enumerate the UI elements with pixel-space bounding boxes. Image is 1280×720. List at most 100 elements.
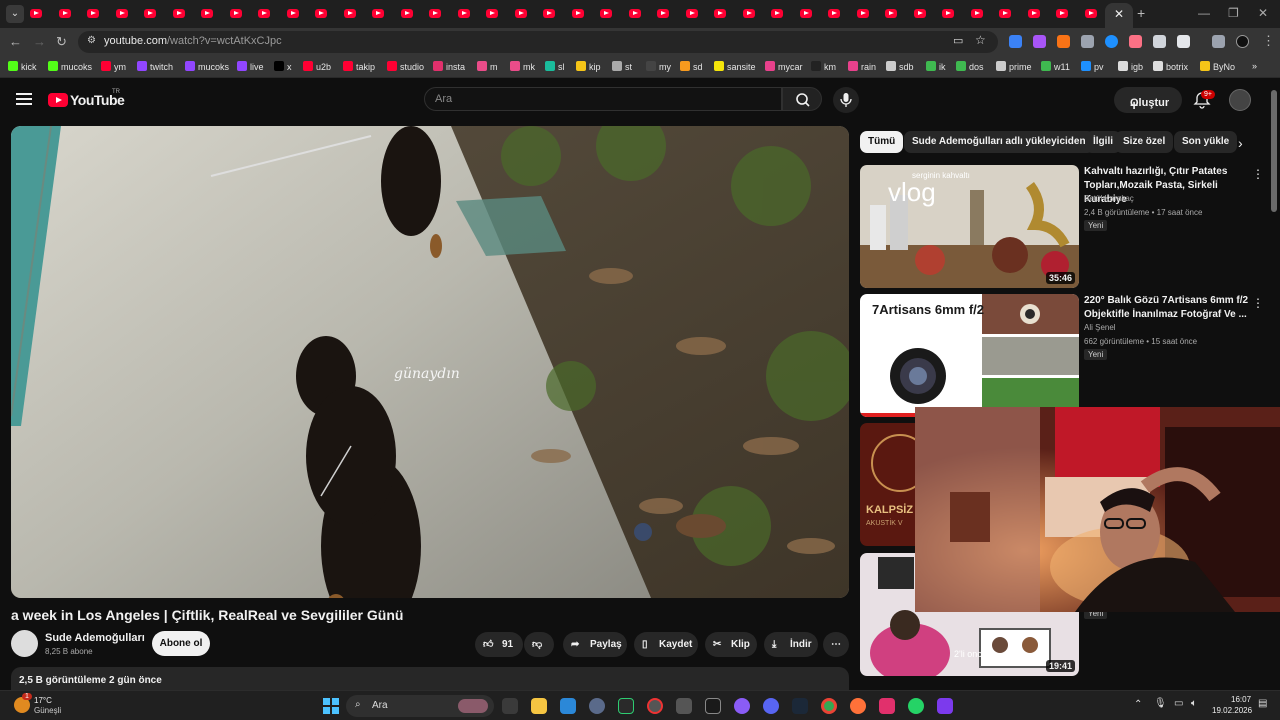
clip-button[interactable]: ✂ Klip <box>705 632 757 657</box>
tab-favicon-icon[interactable] <box>172 9 185 18</box>
notification-center-icon[interactable]: ▤ <box>1258 698 1267 709</box>
like-button[interactable]: 👍︎ 91 <box>475 632 523 657</box>
profile-icon[interactable] <box>1236 35 1249 48</box>
tab-favicon-icon[interactable] <box>628 9 641 18</box>
windows-start-icon[interactable] <box>323 698 339 714</box>
tab-favicon-icon[interactable] <box>486 9 498 18</box>
subscribe-button[interactable]: Abone ol <box>152 631 210 656</box>
tab-favicon-icon[interactable] <box>58 9 71 18</box>
browser-menu-icon[interactable]: ⋮ <box>1262 33 1275 49</box>
chip-recent[interactable]: Son yükle <box>1174 131 1238 153</box>
chip-all[interactable]: Tümü <box>860 131 904 153</box>
extensions-puzzle-icon[interactable] <box>1177 35 1190 48</box>
tab-favicon-icon[interactable] <box>1084 9 1097 18</box>
search-button[interactable] <box>782 87 822 111</box>
store-icon[interactable] <box>560 698 576 714</box>
extension-icon[interactable] <box>1153 35 1166 48</box>
ghub-icon[interactable] <box>705 698 721 714</box>
bookmark-item[interactable]: sdb <box>886 61 914 72</box>
whatsapp-icon[interactable] <box>908 698 924 714</box>
save-button[interactable]: ▯ Kaydet <box>634 632 698 657</box>
bookmark-item[interactable]: sansite <box>714 61 756 72</box>
reading-list-icon[interactable] <box>1212 35 1225 48</box>
tab-favicon-icon[interactable] <box>856 9 869 18</box>
bookmark-item[interactable]: ik <box>926 61 946 72</box>
bookmark-item[interactable]: sd <box>680 61 703 72</box>
tab-favicon-icon[interactable] <box>685 9 698 18</box>
channel-name[interactable]: Sude Ademoğulları <box>45 632 145 644</box>
hamburger-menu-icon[interactable] <box>16 93 32 105</box>
voice-search-button[interactable] <box>833 87 859 113</box>
bookmark-item[interactable]: prime <box>996 61 1032 72</box>
page-scrollbar[interactable] <box>1271 90 1277 212</box>
extension-icon[interactable] <box>1105 35 1118 48</box>
extension-icon[interactable] <box>1129 35 1142 48</box>
tab-favicon-icon[interactable] <box>970 9 983 18</box>
bookmark-item[interactable]: pv <box>1081 61 1104 72</box>
extension-icon[interactable] <box>1009 35 1022 48</box>
bookmark-item[interactable]: st <box>612 61 632 72</box>
share-button[interactable]: ➦ Paylaş <box>563 632 627 657</box>
bookmark-item[interactable]: sl <box>545 61 565 72</box>
cast-icon[interactable]: ▭ <box>953 34 963 47</box>
tab-favicon-icon[interactable] <box>999 9 1011 18</box>
recommendation-item[interactable]: vlog serginin kahvaltı 35:46 Kahvaltı ha… <box>860 165 1270 290</box>
chip-uploader[interactable]: Sude Ademoğulları adlı yükleyiciden <box>904 131 1094 153</box>
create-button[interactable]: + Oluştur <box>1114 87 1182 113</box>
bookmark-item[interactable]: ym <box>101 61 126 72</box>
search-input[interactable]: Ara <box>424 87 782 111</box>
tab-favicon-icon[interactable] <box>429 9 441 18</box>
site-info-icon[interactable]: ⚙ <box>87 35 96 46</box>
bookmark-item[interactable]: studio <box>387 61 424 72</box>
tab-favicon-icon[interactable] <box>30 9 42 18</box>
tab-favicon-icon[interactable] <box>942 9 954 18</box>
bookmark-item[interactable]: u2b <box>303 61 331 72</box>
clock-time[interactable]: 16:07 <box>1231 695 1251 704</box>
bookmarks-overflow-icon[interactable]: » <box>1252 61 1257 71</box>
back-button[interactable]: ← <box>9 34 22 49</box>
more-options-icon[interactable]: ⋮ <box>1252 167 1264 181</box>
bookmark-item[interactable]: botrix <box>1153 61 1188 72</box>
video-thumbnail[interactable]: vlog serginin kahvaltı 35:46 <box>860 165 1079 288</box>
chrome-icon[interactable] <box>821 698 837 714</box>
bookmark-item[interactable]: dos <box>956 61 984 72</box>
bookmark-item[interactable]: mycar <box>765 61 803 72</box>
tab-favicon-icon[interactable] <box>600 9 612 18</box>
close-window-button[interactable]: ✕ <box>1258 6 1268 20</box>
bookmark-item[interactable]: live <box>237 61 264 72</box>
download-button[interactable]: ⤓ İndir <box>764 632 818 657</box>
tab-favicon-icon[interactable] <box>885 9 897 18</box>
recommendation-title[interactable]: 220° Balık Gözü 7Artisans 6mm f/2 Objekt… <box>1084 294 1249 322</box>
tab-favicon-icon[interactable] <box>742 9 755 18</box>
tab-favicon-icon[interactable] <box>828 9 840 18</box>
bookmark-item[interactable]: x <box>274 61 292 72</box>
address-bar[interactable]: ⚙ youtube.com/watch?v=wctAtKxCJpc ▭ ☆ <box>78 31 998 53</box>
bookmark-item[interactable]: twitch <box>137 61 173 72</box>
tab-search-menu-button[interactable]: ⌄ <box>6 5 24 23</box>
tab-favicon-icon[interactable] <box>343 9 356 18</box>
video-player[interactable]: günaydın <box>11 126 849 598</box>
tab-favicon-icon[interactable] <box>372 9 384 18</box>
tab-favicon-icon[interactable] <box>543 9 555 18</box>
bookmark-item[interactable]: ByNo <box>1200 61 1235 72</box>
app-icon[interactable] <box>734 698 750 714</box>
microphone-icon[interactable]: 🎙︎ <box>1154 698 1167 709</box>
bookmark-item[interactable]: rain <box>848 61 876 72</box>
tab-favicon-icon[interactable] <box>514 9 527 18</box>
active-tab-close-button[interactable]: ✕ <box>1105 3 1133 28</box>
obs-icon[interactable] <box>647 698 663 714</box>
app-icon[interactable] <box>676 698 692 714</box>
bookmark-item[interactable]: kip <box>576 61 601 72</box>
tab-favicon-icon[interactable] <box>201 9 213 18</box>
bookmark-item[interactable]: igb <box>1118 61 1143 72</box>
tab-favicon-icon[interactable] <box>400 9 413 18</box>
tab-favicon-icon[interactable] <box>457 9 470 18</box>
chip-for-you[interactable]: Size özel <box>1115 131 1174 153</box>
recommendation-item[interactable]: 7Artisans 6mm f/2 220° Balık Gözü 7Artis… <box>860 294 1270 419</box>
recommendation-channel[interactable]: Ali Şenel <box>1084 323 1116 332</box>
settings-gear-icon[interactable] <box>589 698 605 714</box>
maximize-button[interactable]: ❐ <box>1228 6 1239 20</box>
tab-favicon-icon[interactable] <box>315 9 327 18</box>
tab-favicon-icon[interactable] <box>1027 9 1040 18</box>
tab-favicon-icon[interactable] <box>771 9 783 18</box>
